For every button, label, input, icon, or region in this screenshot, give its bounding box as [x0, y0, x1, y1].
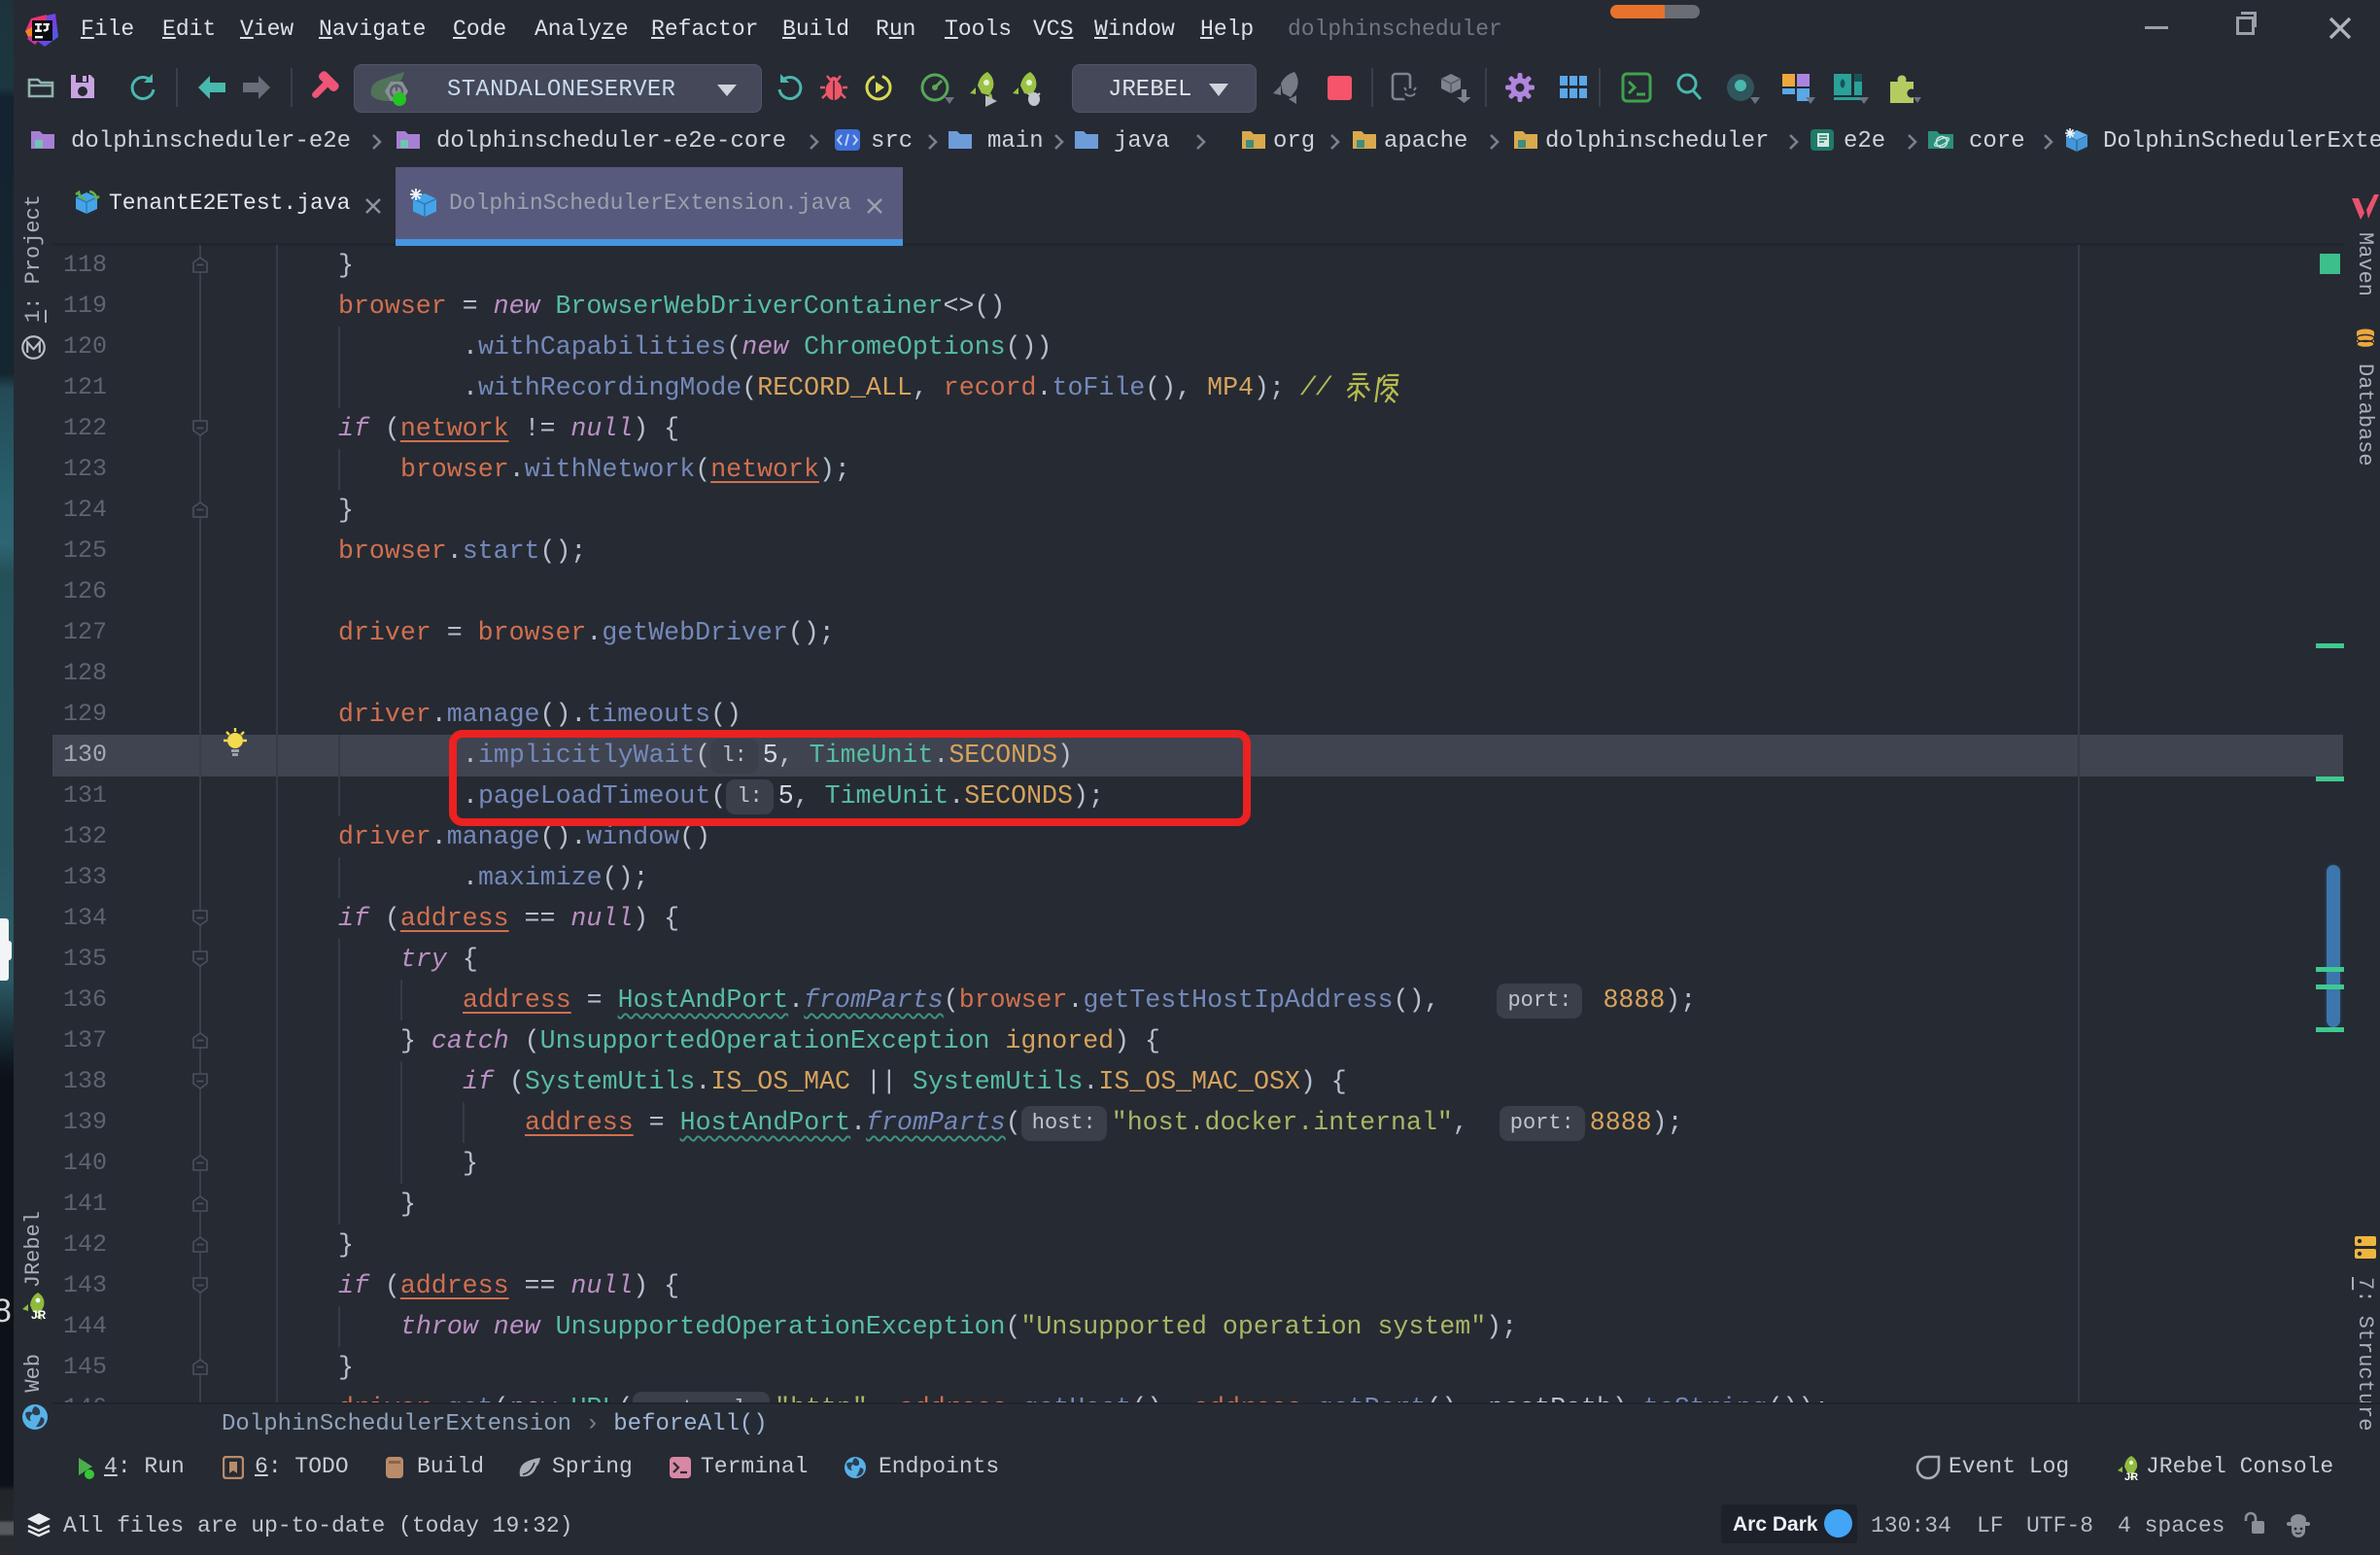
- svg-text:JR: JR: [2124, 1471, 2138, 1482]
